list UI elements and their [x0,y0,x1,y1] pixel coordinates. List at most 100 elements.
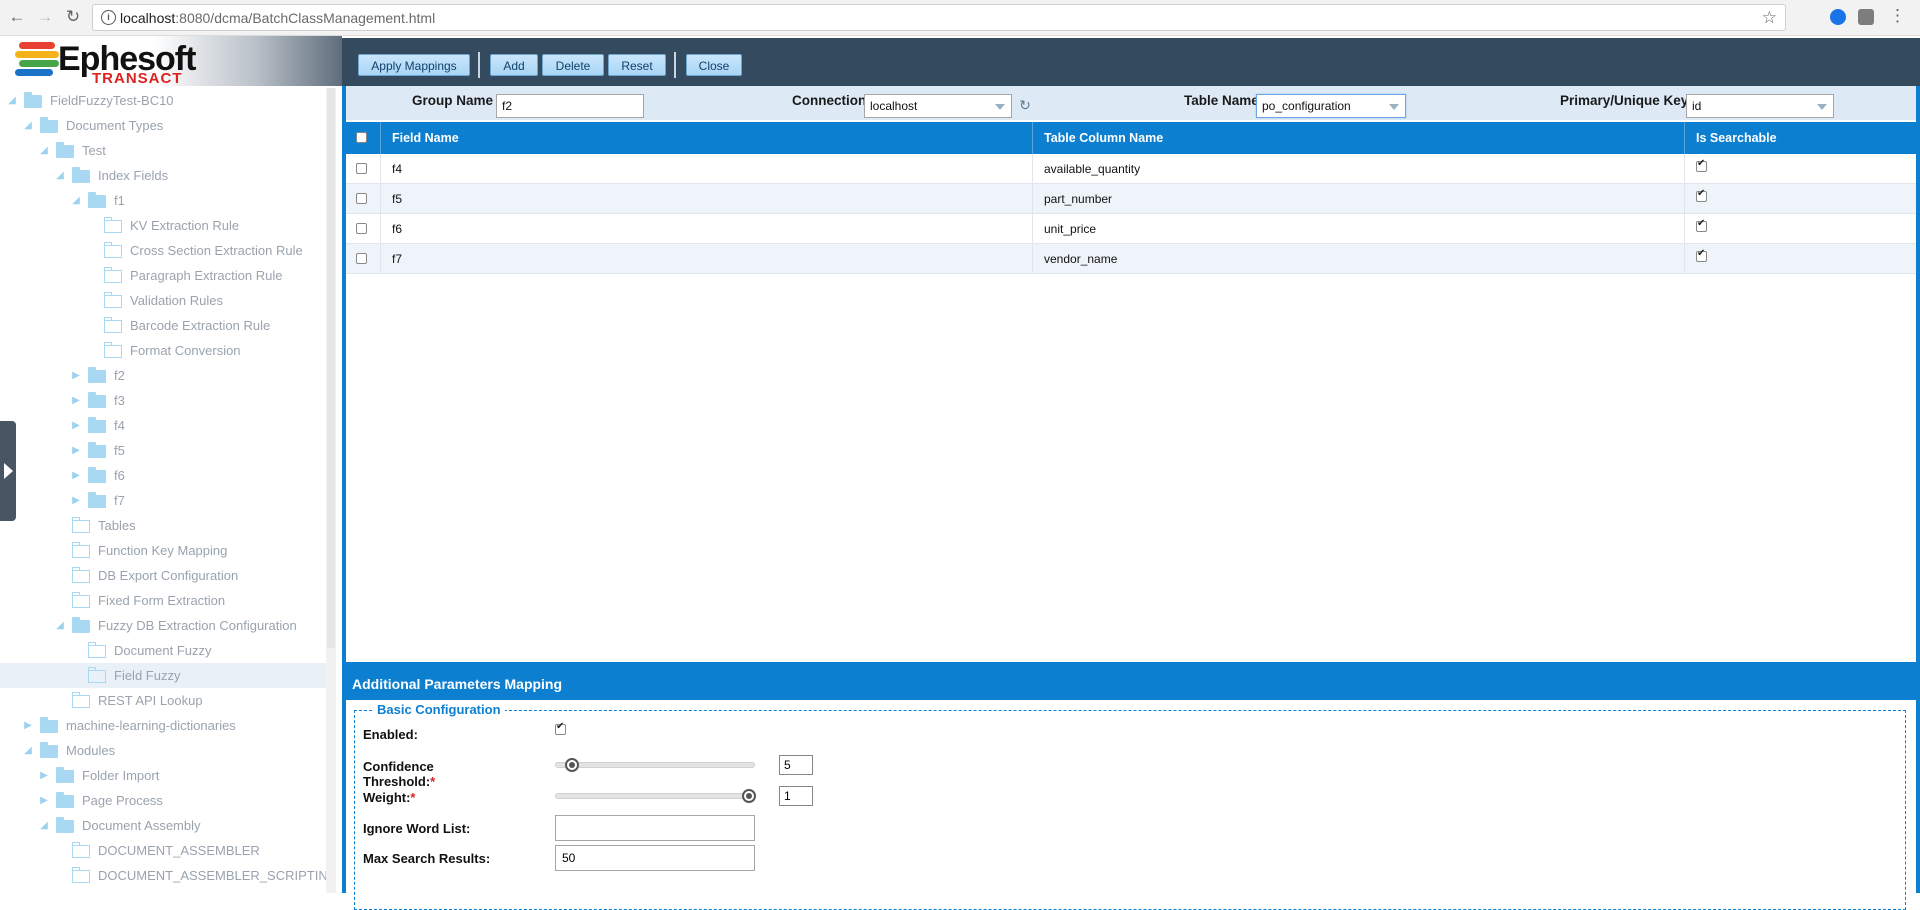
sidebar-scrollbar[interactable] [326,88,336,893]
collapsed-triangle-icon[interactable]: ▶ [38,763,50,788]
extension-icon[interactable] [1830,9,1846,25]
table-name-select[interactable]: po_configuration [1256,94,1406,118]
expanded-triangle-icon[interactable]: ◢ [38,813,50,838]
tree-node[interactable]: Barcode Extraction Rule [0,313,326,338]
field-name-cell[interactable]: f5 [392,184,402,214]
weight-input[interactable]: 1 [779,786,813,806]
tree-node[interactable]: DOCUMENT_ASSEMBLER [0,838,326,863]
table-row[interactable]: f7 vendor_name [346,244,1916,274]
header-table-column-name[interactable]: Table Column Name [1044,122,1163,154]
tree-node[interactable]: Tables [0,513,326,538]
table-column-cell[interactable]: vendor_name [1044,244,1117,274]
tree-node[interactable]: DOCUMENT_ASSEMBLER_SCRIPTIN [0,863,328,888]
tree-node[interactable]: Cross Section Extraction Rule [0,238,326,263]
tree-node[interactable]: KV Extraction Rule [0,213,326,238]
field-name-cell[interactable]: f7 [392,244,402,274]
collapsed-triangle-icon[interactable]: ▶ [70,488,82,513]
tree-node[interactable]: ◢ f1 [0,188,326,213]
browser-menu-icon[interactable]: ⋮ [1889,7,1906,25]
table-row[interactable]: f5 part_number [346,184,1916,214]
weight-slider[interactable] [555,789,756,803]
collapse-sidebar-toggle[interactable] [0,421,16,521]
table-row[interactable]: f4 available_quantity [346,154,1916,184]
close-button[interactable]: Close [686,54,742,76]
tree-node[interactable]: Format Conversion [0,338,326,363]
bookmark-star-icon[interactable]: ☆ [1762,8,1777,28]
row-checkbox[interactable] [356,253,367,264]
collapsed-triangle-icon[interactable]: ▶ [22,713,34,738]
tree-node[interactable]: Paragraph Extraction Rule [0,263,326,288]
collapsed-triangle-icon[interactable]: ▶ [70,388,82,413]
refresh-icon[interactable]: ↻ [1016,96,1034,114]
expanded-triangle-icon[interactable]: ◢ [70,188,82,213]
expanded-triangle-icon[interactable]: ◢ [54,163,66,188]
tree-node[interactable]: Fixed Form Extraction [0,588,326,613]
collapsed-triangle-icon[interactable]: ▶ [70,413,82,438]
collapsed-triangle-icon[interactable]: ▶ [70,438,82,463]
info-icon[interactable]: i [101,10,116,25]
tree-node[interactable]: Function Key Mapping [0,538,326,563]
tree-node[interactable]: ▶ machine-learning-dictionaries [0,713,326,738]
tree-node[interactable]: ▶ f4 [0,413,326,438]
tree-node[interactable]: ◢ Index Fields [0,163,326,188]
field-name-cell[interactable]: f6 [392,214,402,244]
field-name-cell[interactable]: f4 [392,154,402,184]
tree-node[interactable]: ◢ FieldFuzzyTest-BC10 [0,88,326,113]
tree-node[interactable]: DB Export Configuration [0,563,326,588]
tree-node[interactable]: Validation Rules [0,288,326,313]
confidence-threshold-slider[interactable] [555,758,755,772]
tree-node[interactable]: ▶ f7 [0,488,326,513]
row-checkbox[interactable] [356,163,367,174]
collapsed-triangle-icon[interactable]: ▶ [70,463,82,488]
select-all-checkbox[interactable] [356,132,367,143]
forward-icon[interactable]: → [34,6,56,28]
tree-node[interactable]: ◢ Fuzzy DB Extraction Configuration [0,613,326,638]
is-searchable-checkbox[interactable] [1696,158,1707,172]
tree-node[interactable]: ◢ Document Assembly [0,813,326,838]
header-is-searchable[interactable]: Is Searchable [1696,122,1777,154]
table-column-cell[interactable]: part_number [1044,184,1112,214]
tree-node[interactable]: ◢ Modules [0,738,326,763]
tree-node[interactable]: ▶ f5 [0,438,326,463]
extension-icon-2[interactable] [1858,9,1874,25]
tree-node[interactable]: ▶ Folder Import [0,763,326,788]
tree-node[interactable]: REST API Lookup [0,688,326,713]
address-bar[interactable]: i localhost:8080/dcma/BatchClassManageme… [92,4,1786,31]
delete-button[interactable]: Delete [542,54,604,76]
expanded-triangle-icon[interactable]: ◢ [22,738,34,763]
tree-node[interactable]: Document Fuzzy [0,638,326,663]
tree-node[interactable]: ◢ Document Types [0,113,326,138]
expanded-triangle-icon[interactable]: ◢ [54,613,66,638]
is-searchable-checkbox[interactable] [1696,248,1707,262]
primary-key-select[interactable]: id [1686,94,1834,118]
add-button[interactable]: Add [490,54,538,76]
apply-mappings-button[interactable]: Apply Mappings [358,54,470,76]
table-column-cell[interactable]: available_quantity [1044,154,1140,184]
table-row[interactable]: f6 unit_price [346,214,1916,244]
confidence-threshold-input[interactable]: 5 [779,755,813,775]
collapsed-triangle-icon[interactable]: ▶ [70,363,82,388]
table-column-cell[interactable]: unit_price [1044,214,1096,244]
group-name-input[interactable]: f2 [496,94,644,118]
is-searchable-checkbox[interactable] [1696,188,1707,202]
header-field-name[interactable]: Field Name [392,122,459,154]
ignore-word-list-input[interactable] [555,815,755,841]
max-search-results-input[interactable]: 50 [555,845,755,871]
enabled-checkbox[interactable] [555,721,566,735]
tree-node[interactable]: ▶ Page Process [0,788,326,813]
scrollbar-thumb[interactable] [327,88,335,648]
collapsed-triangle-icon[interactable]: ▶ [38,788,50,813]
back-icon[interactable]: ← [6,6,28,28]
tree-node[interactable]: ▶ f2 [0,363,326,388]
reset-button[interactable]: Reset [608,54,666,76]
expanded-triangle-icon[interactable]: ◢ [6,88,18,113]
tree-node[interactable]: ▶ f6 [0,463,326,488]
expanded-triangle-icon[interactable]: ◢ [22,113,34,138]
row-checkbox[interactable] [356,223,367,234]
weight-slider-knob[interactable] [742,789,756,803]
expanded-triangle-icon[interactable]: ◢ [38,138,50,163]
row-checkbox[interactable] [356,193,367,204]
tree-node[interactable]: ◢ Test [0,138,326,163]
tree-node[interactable]: ▶ f3 [0,388,326,413]
confidence-slider-knob[interactable] [565,758,579,772]
